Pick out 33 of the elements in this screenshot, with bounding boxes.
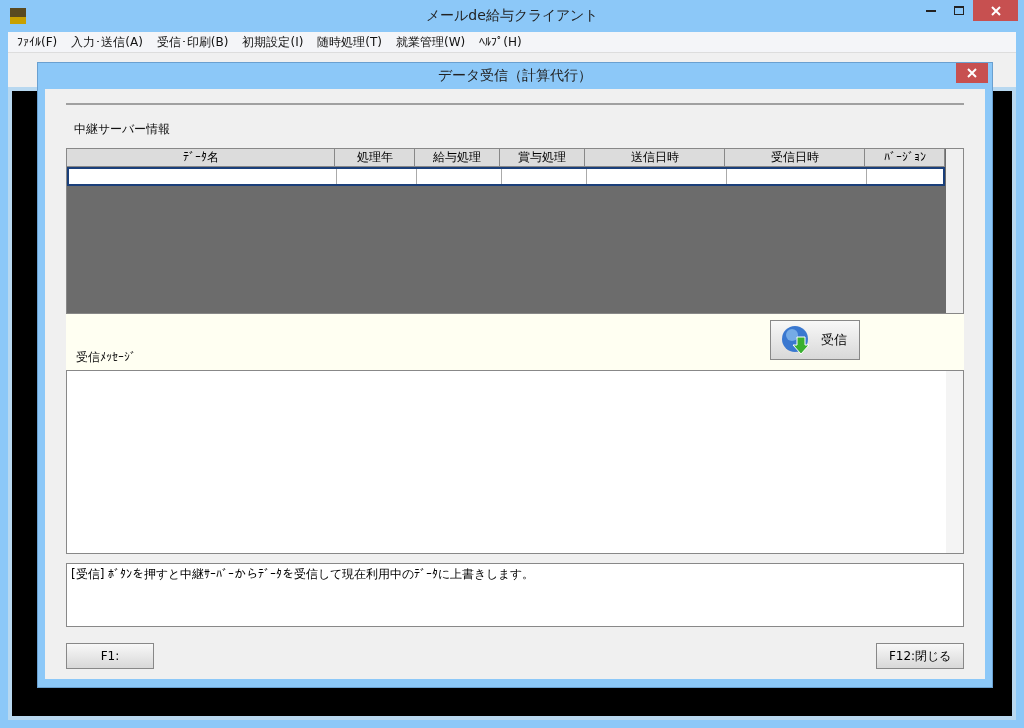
close-icon bbox=[990, 5, 1001, 16]
section-label: 中継サーバー情報 bbox=[73, 121, 171, 138]
close-icon bbox=[967, 68, 977, 78]
scrollbar[interactable] bbox=[946, 149, 963, 313]
column-header: 給与処理 bbox=[415, 149, 500, 167]
menu-item[interactable]: 随時処理(T) bbox=[312, 33, 388, 51]
selected-row[interactable] bbox=[67, 167, 945, 186]
maximize-icon bbox=[954, 6, 964, 15]
menu-item[interactable]: 受信･印刷(B) bbox=[151, 33, 234, 51]
menu-item[interactable]: ﾌｧｲﾙ(F) bbox=[12, 35, 63, 49]
app-icon bbox=[10, 8, 26, 24]
dialog-title: データ受信（計算代行） bbox=[438, 67, 592, 85]
globe-download-icon bbox=[781, 325, 811, 355]
close-button[interactable] bbox=[973, 0, 1018, 21]
column-header: ﾊﾞｰｼﾞｮﾝ bbox=[865, 149, 945, 167]
column-header: 賞与処理 bbox=[500, 149, 585, 167]
function-key-button[interactable]: F12:閉じる bbox=[876, 643, 964, 669]
column-header: 処理年 bbox=[335, 149, 415, 167]
function-key-button[interactable]: F1: bbox=[66, 643, 154, 669]
receive-button[interactable]: 受信 bbox=[770, 320, 860, 360]
minimize-icon bbox=[926, 9, 936, 12]
menu-item[interactable]: 初期設定(I) bbox=[237, 33, 309, 51]
menu-item[interactable]: ﾍﾙﾌﾟ(H) bbox=[474, 35, 527, 49]
window-title: メールde給与クライアント bbox=[426, 7, 598, 25]
hint-text: [受信] ﾎﾞﾀﾝを押すと中継ｻｰﾊﾞｰからﾃﾞｰﾀを受信して現在利用中のﾃﾞｰﾀに上書きします。 bbox=[66, 563, 964, 627]
column-header: 送信日時 bbox=[585, 149, 725, 167]
close-button[interactable] bbox=[956, 63, 988, 83]
column-header: ﾃﾞｰﾀ名 bbox=[67, 149, 335, 167]
message-label: 受信ﾒｯｾｰｼﾞ bbox=[76, 349, 136, 366]
scrollbar[interactable] bbox=[946, 371, 963, 553]
column-header: 受信日時 bbox=[725, 149, 865, 167]
menu-item[interactable]: 就業管理(W) bbox=[391, 33, 471, 51]
menu-item[interactable]: 入力･送信(A) bbox=[66, 33, 148, 51]
